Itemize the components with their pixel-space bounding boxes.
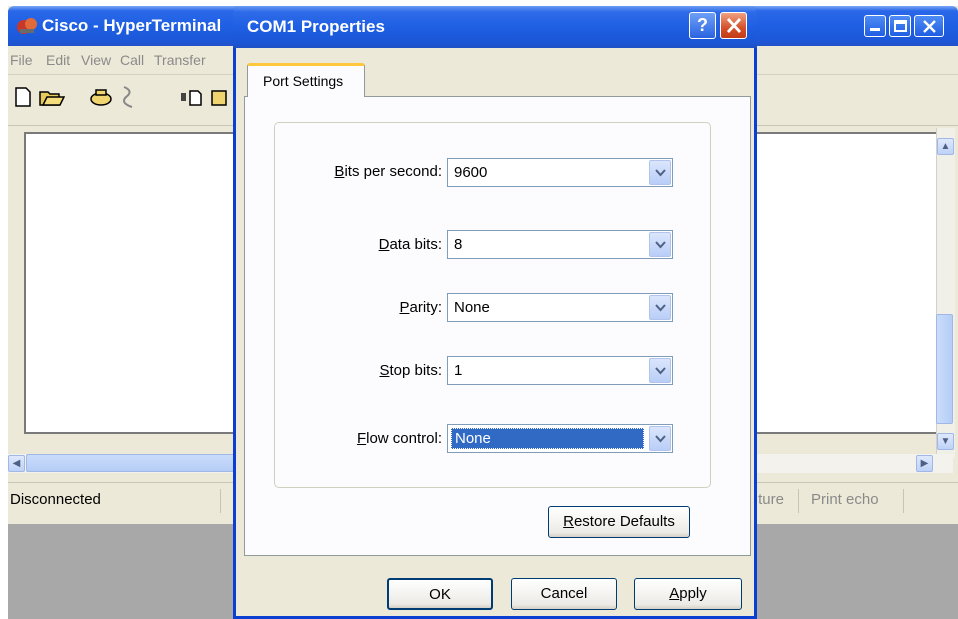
data-bits-select[interactable]: 8	[447, 230, 673, 259]
close-icon	[923, 20, 936, 33]
menu-call[interactable]: Call	[120, 52, 144, 68]
new-connection-icon[interactable]	[14, 87, 32, 107]
scroll-left-button[interactable]: ◀	[8, 455, 25, 472]
status-capture: Capture	[758, 491, 784, 508]
call-icon[interactable]	[89, 87, 113, 107]
dropdown-arrow-icon	[655, 241, 666, 249]
stop-bits-value: 1	[454, 362, 463, 379]
stop-bits-select[interactable]: 1	[447, 356, 673, 385]
flow-control-value: None	[451, 428, 644, 449]
data-bits-value: 8	[454, 236, 463, 253]
scroll-right-button[interactable]: ▶	[916, 455, 933, 472]
parity-label: Parity:	[399, 299, 442, 316]
flow-control-label: Flow control:	[356, 430, 442, 447]
parity-value: None	[454, 299, 490, 316]
app-icon	[17, 18, 37, 34]
bits-per-second-label: Bits per second:	[334, 163, 442, 180]
status-connection: Disconnected	[10, 491, 101, 508]
com1-properties-dialog: COM1 Properties ? Port Settings Bits per…	[233, 6, 757, 619]
apply-button[interactable]: Apply	[634, 578, 742, 610]
dropdown-button[interactable]	[649, 295, 671, 320]
minimize-button[interactable]	[864, 15, 886, 37]
dropdown-button[interactable]	[649, 232, 671, 257]
parity-select[interactable]: None	[447, 293, 673, 322]
main-close-button[interactable]	[914, 15, 944, 37]
status-separator	[220, 489, 221, 513]
dropdown-arrow-icon	[655, 367, 666, 375]
open-icon[interactable]	[39, 87, 65, 107]
cancel-button[interactable]: Cancel	[511, 578, 617, 610]
menu-view[interactable]: View	[81, 52, 111, 68]
restore-defaults-button[interactable]: Restore Defaults	[548, 506, 690, 538]
dialog-close-button[interactable]	[720, 12, 747, 39]
dropdown-arrow-icon	[655, 169, 666, 177]
stop-bits-label: Stop bits:	[379, 362, 442, 379]
help-icon: ?	[697, 15, 708, 35]
flow-control-select[interactable]: None	[447, 424, 673, 453]
status-print-echo: Print echo	[811, 491, 879, 508]
dropdown-button[interactable]	[649, 358, 671, 383]
ok-button[interactable]: OK	[387, 578, 493, 610]
help-button[interactable]: ?	[689, 12, 716, 39]
dialog-title: COM1 Properties	[247, 17, 385, 36]
data-bits-label: Data bits:	[378, 236, 442, 253]
dropdown-button[interactable]	[649, 426, 671, 451]
status-separator	[798, 489, 799, 513]
bits-per-second-value: 9600	[454, 164, 488, 181]
dropdown-arrow-icon	[655, 435, 666, 443]
disconnect-icon[interactable]	[118, 85, 140, 109]
maximize-icon	[894, 20, 907, 32]
dropdown-arrow-icon	[655, 304, 666, 312]
minimize-icon	[870, 28, 880, 31]
receive-icon[interactable]	[210, 87, 230, 107]
scroll-up-button[interactable]: ▲	[937, 138, 954, 155]
maximize-button[interactable]	[889, 15, 911, 37]
tab-port-settings[interactable]: Port Settings	[247, 63, 365, 97]
send-icon[interactable]	[180, 89, 206, 107]
main-window-title: Cisco - HyperTerminal	[42, 16, 222, 35]
status-separator	[903, 489, 904, 513]
menu-edit[interactable]: Edit	[46, 52, 70, 68]
menu-file[interactable]: File	[10, 52, 33, 68]
vertical-scroll-thumb[interactable]	[936, 314, 953, 424]
tab-label: Port Settings	[263, 73, 344, 89]
close-icon	[727, 18, 741, 33]
menu-transfer[interactable]: Transfer	[154, 52, 206, 68]
scroll-down-button[interactable]: ▼	[937, 433, 954, 450]
bits-per-second-select[interactable]: 9600	[447, 158, 673, 187]
dropdown-button[interactable]	[649, 160, 671, 185]
dialog-titlebar[interactable]: COM1 Properties ?	[233, 6, 757, 48]
